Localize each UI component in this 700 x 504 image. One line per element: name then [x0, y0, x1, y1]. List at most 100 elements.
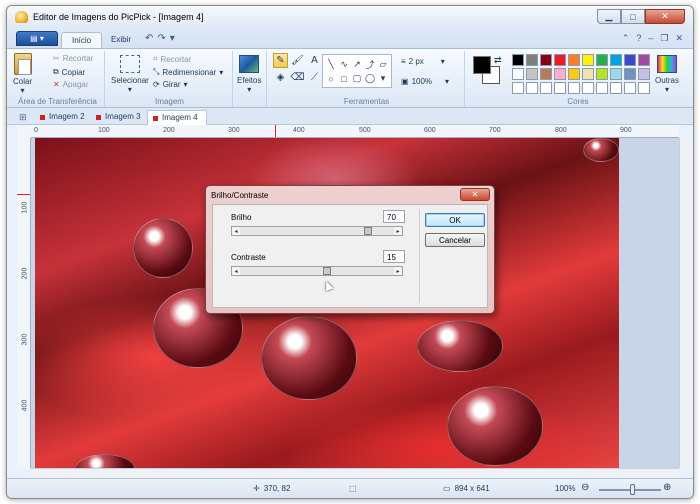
more-colors-button[interactable]: Outras ▾: [655, 53, 679, 94]
minimize-button[interactable]: ▁: [597, 9, 621, 24]
arrow-shape-icon[interactable]: ↗: [351, 57, 363, 72]
color-swatch[interactable]: [582, 82, 594, 94]
callout-shape-icon[interactable]: ▱: [377, 57, 389, 72]
slider-left-arrow-icon[interactable]: ◂: [232, 267, 240, 275]
brightness-slider-thumb[interactable]: [364, 227, 372, 235]
expand-icon[interactable]: ⌃: [622, 33, 630, 44]
color-swatch[interactable]: [512, 82, 524, 94]
rounded-rect-shape-icon[interactable]: ▢: [351, 73, 363, 86]
more-shapes-icon[interactable]: ▾: [377, 73, 389, 86]
doc-restore-icon[interactable]: ❐: [660, 33, 668, 44]
color-swatch[interactable]: [512, 54, 524, 66]
contrast-slider[interactable]: ◂ ▸: [231, 266, 403, 276]
ok-button[interactable]: OK: [425, 213, 485, 227]
ruler-tick: 400: [293, 127, 305, 134]
dialog-close-button[interactable]: ✕: [460, 188, 490, 201]
fill-icon[interactable]: ◈: [273, 70, 288, 85]
doc-minimize-icon[interactable]: –: [648, 33, 653, 44]
effects-button[interactable]: Efeitos ▾: [237, 53, 261, 94]
color-swatch[interactable]: [638, 68, 650, 80]
color-swatch[interactable]: [526, 68, 538, 80]
slider-right-arrow-icon[interactable]: ▸: [394, 267, 402, 275]
undo-icon[interactable]: ↶: [145, 33, 153, 44]
app-menu-button[interactable]: ▤ ▾: [16, 31, 58, 46]
crop-label: Recortar: [160, 54, 192, 64]
speech-shape-icon[interactable]: ◯: [364, 73, 376, 86]
slider-right-arrow-icon[interactable]: ▸: [394, 227, 402, 235]
help-icon[interactable]: ?: [636, 33, 641, 44]
zoom-slider-thumb[interactable]: [630, 484, 635, 495]
color-swatch[interactable]: [568, 68, 580, 80]
eraser-icon[interactable]: ⌫: [290, 70, 305, 85]
slider-left-arrow-icon[interactable]: ◂: [232, 227, 240, 235]
contrast-slider-thumb[interactable]: [323, 267, 331, 275]
color-swatch[interactable]: [624, 82, 636, 94]
cut-button[interactable]: ✂ Recortar: [53, 54, 93, 63]
tab-exibir[interactable]: Exibir: [101, 32, 141, 48]
brightness-slider[interactable]: ◂ ▸: [231, 226, 403, 236]
paste-button[interactable]: Colar ▾: [13, 53, 32, 95]
shapes-gallery[interactable]: ╲ ∿ ↗ ⤴ ▱ ○ □ ▢ ◯ ▾: [322, 54, 392, 88]
color-swatch[interactable]: [554, 82, 566, 94]
color-swatch[interactable]: [568, 82, 580, 94]
horizontal-scrollbar[interactable]: [31, 468, 679, 478]
color-swatch[interactable]: [554, 68, 566, 80]
select-button[interactable]: Selecionar ▾: [111, 53, 149, 94]
doc-tab-imagem-4[interactable]: Imagem 4: [147, 110, 207, 125]
rectangle-shape-icon[interactable]: □: [338, 73, 350, 86]
delete-button[interactable]: ✕ Apagar: [53, 80, 89, 89]
opacity-select[interactable]: ▣ 100% ▾: [401, 77, 449, 86]
color-swatch[interactable]: [582, 54, 594, 66]
brush-icon[interactable]: 🖌: [290, 53, 305, 68]
color-swatch[interactable]: [596, 54, 608, 66]
copy-button[interactable]: ⧉ Copiar: [53, 67, 85, 77]
vertical-scrollbar[interactable]: [679, 138, 691, 468]
color-swatch[interactable]: [568, 54, 580, 66]
color-swatch[interactable]: [540, 82, 552, 94]
resize-button[interactable]: ⤡ Redimensionar ▾: [153, 67, 223, 77]
color-swatch[interactable]: [512, 68, 524, 80]
color-swatch[interactable]: [610, 82, 622, 94]
color-picker-icon[interactable]: ⟋: [307, 70, 322, 85]
rotate-button[interactable]: ⟳ Girar ▾: [153, 80, 188, 89]
color-swatch[interactable]: [596, 82, 608, 94]
color-swatch[interactable]: [638, 82, 650, 94]
brightness-input[interactable]: 70: [383, 210, 405, 223]
ruler-tick: 100: [21, 201, 29, 214]
color-swatch[interactable]: [638, 54, 650, 66]
close-button[interactable]: ✕: [645, 9, 685, 24]
crop-button[interactable]: ⌗ Recortar: [153, 54, 191, 64]
color-swatch[interactable]: [526, 54, 538, 66]
picpick-app-icon[interactable]: [15, 11, 28, 23]
thumbnail-grid-icon[interactable]: ⊞: [19, 112, 27, 123]
line-shape-icon[interactable]: ╲: [325, 57, 337, 72]
doc-tab-imagem-3[interactable]: Imagem 3: [91, 110, 149, 125]
color-swatch[interactable]: [610, 54, 622, 66]
doc-tab-imagem-2[interactable]: Imagem 2: [35, 110, 93, 125]
text-icon[interactable]: A: [307, 53, 322, 68]
color-swatch[interactable]: [582, 68, 594, 80]
doc-close-icon[interactable]: ✕: [675, 33, 683, 44]
color-swatch[interactable]: [596, 68, 608, 80]
color-swatch[interactable]: [540, 68, 552, 80]
curved-arrow-shape-icon[interactable]: ⤴: [364, 57, 376, 72]
ellipse-shape-icon[interactable]: ○: [325, 73, 337, 86]
zoom-in-icon[interactable]: ⊕: [663, 482, 671, 493]
maximize-button[interactable]: □: [621, 9, 645, 24]
cancel-button[interactable]: Cancelar: [425, 233, 485, 247]
swap-colors-icon[interactable]: ⇄: [494, 55, 502, 66]
contrast-input[interactable]: 15: [383, 250, 405, 263]
zoom-out-icon[interactable]: ⊖: [581, 482, 589, 493]
curve-shape-icon[interactable]: ∿: [338, 57, 350, 72]
color-swatch[interactable]: [526, 82, 538, 94]
color-swatch[interactable]: [554, 54, 566, 66]
color-swatch[interactable]: [610, 68, 622, 80]
color-swatch[interactable]: [540, 54, 552, 66]
tab-inicio[interactable]: Início: [61, 32, 103, 48]
redo-icon[interactable]: ↷: [157, 33, 165, 44]
color-swatch[interactable]: [624, 54, 636, 66]
color-swatch[interactable]: [624, 68, 636, 80]
line-width-select[interactable]: ≡ 2 px ▾: [401, 57, 445, 66]
qat-dropdown-icon[interactable]: ▾: [170, 33, 175, 44]
pencil-icon[interactable]: ✎: [273, 53, 288, 68]
